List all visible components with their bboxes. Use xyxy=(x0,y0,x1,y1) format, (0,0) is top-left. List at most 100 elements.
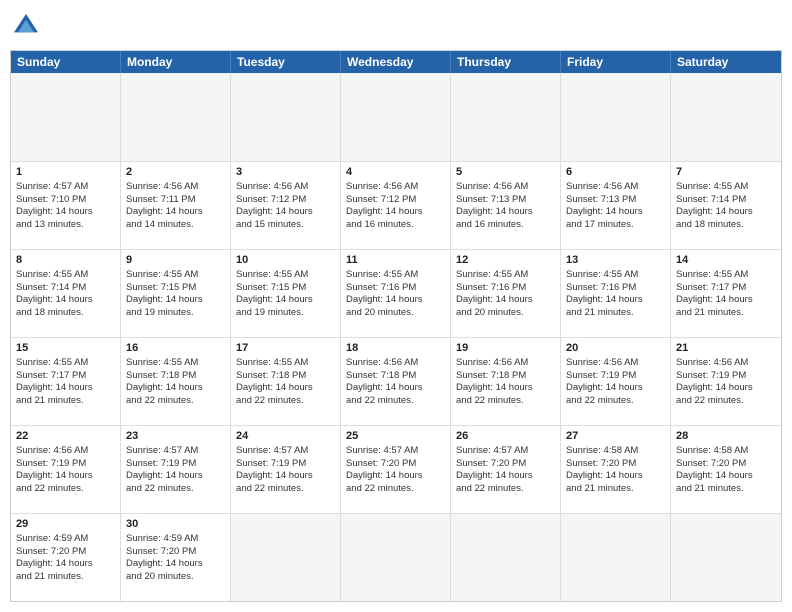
calendar: SundayMondayTuesdayWednesdayThursdayFrid… xyxy=(10,50,782,602)
day-info-line: Sunset: 7:17 PM xyxy=(16,370,115,383)
day-info-line: Sunrise: 4:58 AM xyxy=(676,445,776,458)
day-info-line: and 22 minutes. xyxy=(346,483,445,496)
day-number: 23 xyxy=(126,429,225,444)
day-number: 10 xyxy=(236,253,335,268)
day-number: 22 xyxy=(16,429,115,444)
cal-cell: 7Sunrise: 4:55 AMSunset: 7:14 PMDaylight… xyxy=(671,162,781,249)
cal-cell: 24Sunrise: 4:57 AMSunset: 7:19 PMDayligh… xyxy=(231,426,341,513)
day-info-line: Sunrise: 4:55 AM xyxy=(126,269,225,282)
day-info-line: Daylight: 14 hours xyxy=(126,382,225,395)
day-info-line: Sunrise: 4:55 AM xyxy=(676,269,776,282)
day-info-line: Daylight: 14 hours xyxy=(676,206,776,219)
day-info-line: Sunrise: 4:55 AM xyxy=(126,357,225,370)
day-info-line: Sunset: 7:18 PM xyxy=(236,370,335,383)
day-info-line: Daylight: 14 hours xyxy=(126,206,225,219)
day-number: 14 xyxy=(676,253,776,268)
day-info-line: Sunset: 7:18 PM xyxy=(456,370,555,383)
cal-cell: 5Sunrise: 4:56 AMSunset: 7:13 PMDaylight… xyxy=(451,162,561,249)
day-info-line: and 22 minutes. xyxy=(566,395,665,408)
header-day-saturday: Saturday xyxy=(671,51,781,73)
cal-cell xyxy=(341,73,451,161)
day-info-line: Sunrise: 4:57 AM xyxy=(16,181,115,194)
cal-cell xyxy=(341,514,451,601)
day-info-line: Daylight: 14 hours xyxy=(456,294,555,307)
cal-cell: 30Sunrise: 4:59 AMSunset: 7:20 PMDayligh… xyxy=(121,514,231,601)
day-info-line: Sunrise: 4:59 AM xyxy=(16,533,115,546)
day-info-line: and 20 minutes. xyxy=(126,571,225,584)
day-info-line: Sunrise: 4:56 AM xyxy=(126,181,225,194)
day-number: 25 xyxy=(346,429,445,444)
week-row-6: 29Sunrise: 4:59 AMSunset: 7:20 PMDayligh… xyxy=(11,513,781,601)
week-row-4: 15Sunrise: 4:55 AMSunset: 7:17 PMDayligh… xyxy=(11,337,781,425)
day-info-line: Sunset: 7:19 PM xyxy=(16,458,115,471)
cal-cell xyxy=(451,73,561,161)
day-info-line: Sunset: 7:12 PM xyxy=(236,194,335,207)
day-number: 17 xyxy=(236,341,335,356)
day-info-line: Sunset: 7:20 PM xyxy=(16,546,115,559)
day-info-line: Sunrise: 4:55 AM xyxy=(236,357,335,370)
day-info-line: Sunset: 7:19 PM xyxy=(126,458,225,471)
day-info-line: Sunset: 7:16 PM xyxy=(456,282,555,295)
day-number: 20 xyxy=(566,341,665,356)
day-number: 16 xyxy=(126,341,225,356)
day-info-line: and 19 minutes. xyxy=(236,307,335,320)
day-info-line: Sunset: 7:20 PM xyxy=(346,458,445,471)
header-day-friday: Friday xyxy=(561,51,671,73)
day-info-line: and 19 minutes. xyxy=(126,307,225,320)
day-info-line: Sunrise: 4:55 AM xyxy=(456,269,555,282)
day-number: 1 xyxy=(16,165,115,180)
calendar-header: SundayMondayTuesdayWednesdayThursdayFrid… xyxy=(11,51,781,73)
day-info-line: Daylight: 14 hours xyxy=(346,382,445,395)
day-info-line: and 21 minutes. xyxy=(16,571,115,584)
day-info-line: and 22 minutes. xyxy=(126,483,225,496)
day-info-line: and 22 minutes. xyxy=(16,483,115,496)
day-info-line: Daylight: 14 hours xyxy=(566,382,665,395)
day-info-line: Daylight: 14 hours xyxy=(16,206,115,219)
header xyxy=(10,10,782,42)
day-info-line: Daylight: 14 hours xyxy=(16,558,115,571)
day-number: 3 xyxy=(236,165,335,180)
day-info-line: Sunrise: 4:55 AM xyxy=(16,357,115,370)
day-info-line: Sunset: 7:18 PM xyxy=(346,370,445,383)
day-info-line: Sunset: 7:17 PM xyxy=(676,282,776,295)
calendar-body: 1Sunrise: 4:57 AMSunset: 7:10 PMDaylight… xyxy=(11,73,781,601)
day-info-line: Sunrise: 4:55 AM xyxy=(346,269,445,282)
cal-cell: 11Sunrise: 4:55 AMSunset: 7:16 PMDayligh… xyxy=(341,250,451,337)
day-info-line: Daylight: 14 hours xyxy=(566,470,665,483)
cal-cell: 3Sunrise: 4:56 AMSunset: 7:12 PMDaylight… xyxy=(231,162,341,249)
day-info-line: and 21 minutes. xyxy=(566,307,665,320)
day-number: 29 xyxy=(16,517,115,532)
day-info-line: Sunset: 7:13 PM xyxy=(566,194,665,207)
cal-cell xyxy=(121,73,231,161)
cal-cell: 2Sunrise: 4:56 AMSunset: 7:11 PMDaylight… xyxy=(121,162,231,249)
day-info-line: Daylight: 14 hours xyxy=(126,558,225,571)
logo-icon xyxy=(10,10,42,42)
page: SundayMondayTuesdayWednesdayThursdayFrid… xyxy=(0,0,792,612)
day-info-line: Daylight: 14 hours xyxy=(456,382,555,395)
cal-cell: 9Sunrise: 4:55 AMSunset: 7:15 PMDaylight… xyxy=(121,250,231,337)
day-info-line: and 21 minutes. xyxy=(676,307,776,320)
day-number: 21 xyxy=(676,341,776,356)
day-info-line: Sunset: 7:16 PM xyxy=(566,282,665,295)
day-info-line: Daylight: 14 hours xyxy=(676,382,776,395)
cal-cell: 18Sunrise: 4:56 AMSunset: 7:18 PMDayligh… xyxy=(341,338,451,425)
day-info-line: Daylight: 14 hours xyxy=(126,294,225,307)
day-info-line: Sunset: 7:12 PM xyxy=(346,194,445,207)
day-info-line: and 18 minutes. xyxy=(676,219,776,232)
cal-cell: 22Sunrise: 4:56 AMSunset: 7:19 PMDayligh… xyxy=(11,426,121,513)
cal-cell xyxy=(671,73,781,161)
day-info-line: Sunrise: 4:56 AM xyxy=(16,445,115,458)
day-info-line: Sunset: 7:13 PM xyxy=(456,194,555,207)
day-info-line: and 13 minutes. xyxy=(16,219,115,232)
cal-cell: 27Sunrise: 4:58 AMSunset: 7:20 PMDayligh… xyxy=(561,426,671,513)
cal-cell: 10Sunrise: 4:55 AMSunset: 7:15 PMDayligh… xyxy=(231,250,341,337)
header-day-monday: Monday xyxy=(121,51,231,73)
day-info-line: Daylight: 14 hours xyxy=(16,470,115,483)
day-info-line: Sunrise: 4:56 AM xyxy=(346,357,445,370)
day-info-line: Daylight: 14 hours xyxy=(566,206,665,219)
day-number: 27 xyxy=(566,429,665,444)
day-number: 24 xyxy=(236,429,335,444)
cal-cell: 15Sunrise: 4:55 AMSunset: 7:17 PMDayligh… xyxy=(11,338,121,425)
week-row-1 xyxy=(11,73,781,161)
day-number: 12 xyxy=(456,253,555,268)
